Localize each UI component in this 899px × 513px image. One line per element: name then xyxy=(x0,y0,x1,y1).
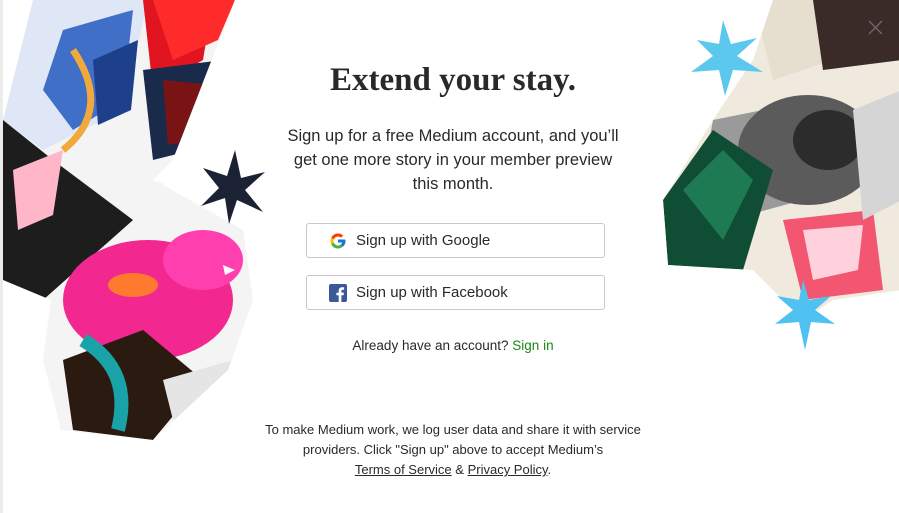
terms-of-service-link[interactable]: Terms of Service xyxy=(355,462,452,477)
legal-period: . xyxy=(547,462,552,477)
signup-modal: Extend your stay. Sign up for a free Med… xyxy=(3,0,899,513)
google-signup-button[interactable]: Sign up with Google xyxy=(306,223,605,258)
signin-prompt-line: Already have an account? Sign in xyxy=(253,338,653,353)
google-icon xyxy=(329,232,347,250)
right-illustration xyxy=(663,0,899,350)
close-button[interactable] xyxy=(865,17,885,37)
modal-title: Extend your stay. xyxy=(329,62,577,98)
signin-link[interactable]: Sign in xyxy=(512,338,553,353)
left-illustration xyxy=(3,0,265,440)
legal-text: To make Medium work, we log user data an… xyxy=(265,422,641,457)
facebook-icon xyxy=(329,283,347,302)
facebook-signup-label: Sign up with Facebook xyxy=(356,284,508,301)
google-signup-label: Sign up with Google xyxy=(356,232,491,249)
legal-notice: To make Medium work, we log user data an… xyxy=(253,420,653,480)
close-icon xyxy=(868,20,882,34)
modal-subtitle: Sign up for a free Medium account, and y… xyxy=(287,127,619,193)
privacy-policy-link[interactable]: Privacy Policy xyxy=(468,462,548,477)
signin-prompt: Already have an account? xyxy=(352,338,509,353)
facebook-signup-button[interactable]: Sign up with Facebook xyxy=(306,275,605,310)
legal-ampersand: & xyxy=(455,462,464,477)
